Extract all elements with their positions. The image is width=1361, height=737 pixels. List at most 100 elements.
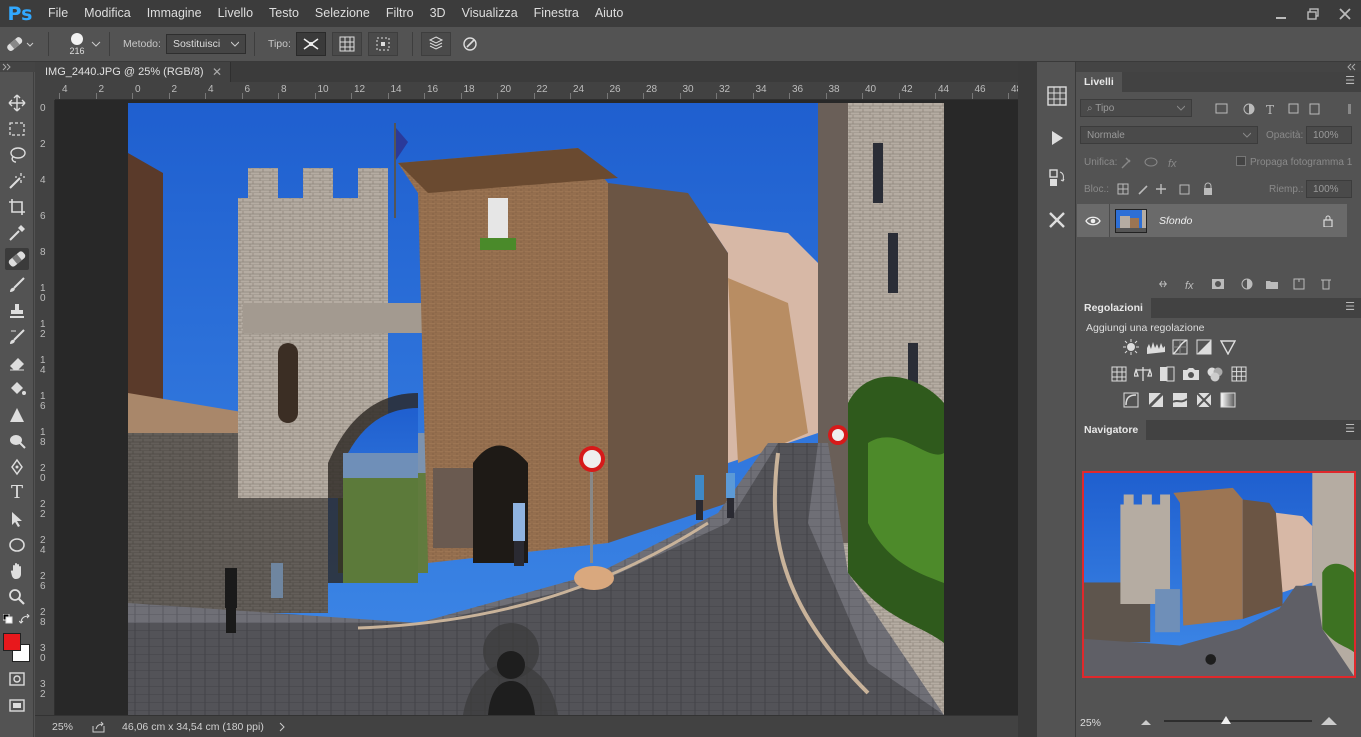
- curves-button[interactable]: [1171, 339, 1189, 355]
- tab-livelli[interactable]: Livelli: [1076, 72, 1122, 92]
- levels-button[interactable]: [1147, 339, 1165, 355]
- paint-bucket-tool[interactable]: [5, 378, 29, 400]
- zoom-out-icon[interactable]: [1140, 718, 1152, 726]
- exposure-button[interactable]: [1195, 339, 1213, 355]
- layer-name[interactable]: Sfondo: [1159, 215, 1192, 227]
- gradient-map-button[interactable]: [1219, 392, 1237, 408]
- menu-testo[interactable]: Testo: [261, 0, 307, 27]
- unify-icons[interactable]: fx: [1120, 154, 1190, 170]
- history-brush-tool[interactable]: [5, 326, 29, 348]
- content-aware-button[interactable]: [295, 32, 326, 56]
- document-tab[interactable]: IMG_2440.JPG @ 25% (RGB/8) ✕: [35, 62, 231, 82]
- menu-filtro[interactable]: Filtro: [378, 0, 422, 27]
- swap-colors-icon[interactable]: [19, 614, 31, 626]
- proximity-match-button[interactable]: [367, 32, 398, 56]
- screen-mode-tool[interactable]: [5, 694, 29, 716]
- navigator-zoom-slider[interactable]: [1164, 720, 1312, 722]
- fill-field[interactable]: 100%: [1306, 180, 1352, 198]
- pen-tool[interactable]: [5, 456, 29, 478]
- layers-panel-menu-icon[interactable]: ☰: [1345, 76, 1355, 87]
- ellipse-tool[interactable]: [5, 534, 29, 556]
- close-tab-icon[interactable]: ✕: [212, 65, 222, 79]
- menu-selezione[interactable]: Selezione: [307, 0, 378, 27]
- menu-immagine[interactable]: Immagine: [139, 0, 210, 27]
- ruler-origin[interactable]: [35, 82, 55, 100]
- close-window-button[interactable]: [1329, 0, 1361, 27]
- navigator-view-box[interactable]: [1082, 471, 1356, 678]
- zoom-in-icon[interactable]: [1320, 716, 1338, 726]
- selective-color-button[interactable]: [1195, 392, 1213, 408]
- layer-filter-select[interactable]: ⌕ Tipo: [1080, 99, 1192, 117]
- crop-tool[interactable]: [5, 196, 29, 218]
- minimize-button[interactable]: [1265, 0, 1297, 27]
- brush-size-picker[interactable]: 216: [57, 32, 97, 56]
- menu-file[interactable]: File: [40, 0, 76, 27]
- menu-finestra[interactable]: Finestra: [526, 0, 587, 27]
- menu-3d[interactable]: 3D: [422, 0, 454, 27]
- clone-stamp-tool[interactable]: [5, 300, 29, 322]
- dock-history-button[interactable]: [1045, 166, 1069, 190]
- tab-navigatore[interactable]: Navigatore: [1076, 420, 1147, 440]
- dock-tools-button[interactable]: [1045, 208, 1069, 232]
- brightness-contrast-button[interactable]: [1122, 339, 1140, 355]
- blend-mode-select[interactable]: Normale: [1080, 126, 1258, 144]
- canvas-area[interactable]: [55, 100, 1018, 715]
- dock-actions-button[interactable]: [1045, 126, 1069, 150]
- vertical-ruler[interactable]: 02468101214161820222426283032: [35, 100, 55, 715]
- marquee-tool[interactable]: [5, 118, 29, 140]
- tab-regolazioni[interactable]: Regolazioni: [1076, 298, 1151, 318]
- status-zoom[interactable]: 25%: [52, 721, 92, 733]
- zoom-tool[interactable]: [5, 586, 29, 608]
- channel-mixer-button[interactable]: [1206, 366, 1224, 382]
- sample-all-layers-button[interactable]: [420, 32, 451, 56]
- menu-livello[interactable]: Livello: [210, 0, 261, 27]
- quick-selection-tool[interactable]: [5, 170, 29, 192]
- foreground-color-swatch[interactable]: [3, 633, 21, 651]
- eraser-tool[interactable]: [5, 352, 29, 374]
- move-tool[interactable]: [5, 92, 29, 114]
- metodo-select[interactable]: Sostituisci: [165, 34, 246, 54]
- navigator-panel-menu-icon[interactable]: ☰: [1345, 424, 1355, 435]
- eye-icon[interactable]: [1085, 215, 1101, 227]
- lock-icons[interactable]: [1116, 182, 1216, 196]
- chevron-right-icon[interactable]: [278, 722, 286, 732]
- dock-histogram-button[interactable]: [1045, 84, 1069, 108]
- opacity-field[interactable]: 100%: [1306, 126, 1352, 144]
- eyedropper-tool[interactable]: [5, 222, 29, 244]
- path-selection-tool[interactable]: [5, 508, 29, 530]
- layer-row[interactable]: Sfondo: [1077, 204, 1347, 237]
- adjustments-panel-menu-icon[interactable]: ☰: [1345, 302, 1355, 313]
- layer-filter-icons[interactable]: T: [1214, 102, 1354, 116]
- share-icon[interactable]: [92, 721, 106, 733]
- sharpen-tool[interactable]: [5, 404, 29, 426]
- photo-filter-button[interactable]: [1182, 366, 1200, 382]
- posterize-button[interactable]: [1147, 392, 1165, 408]
- menu-modifica[interactable]: Modifica: [76, 0, 139, 27]
- navigator-zoom-value[interactable]: 25%: [1080, 717, 1101, 729]
- threshold-button[interactable]: [1171, 392, 1189, 408]
- type-tool[interactable]: T: [5, 482, 29, 504]
- navigator-slider-thumb[interactable]: [1220, 715, 1232, 725]
- quick-mask-tool[interactable]: [5, 668, 29, 690]
- invert-button[interactable]: [1122, 392, 1140, 408]
- hand-tool[interactable]: [5, 560, 29, 582]
- pressure-size-button[interactable]: [457, 36, 483, 52]
- patch-tool-preset-picker[interactable]: [0, 35, 40, 53]
- lasso-tool[interactable]: [5, 144, 29, 166]
- propagate-checkbox[interactable]: [1236, 156, 1246, 166]
- document-image[interactable]: [128, 103, 944, 715]
- layers-footer-icons[interactable]: fx: [1158, 277, 1333, 291]
- create-texture-button[interactable]: [331, 32, 362, 56]
- brush-tool[interactable]: [5, 274, 29, 296]
- menu-aiuto[interactable]: Aiuto: [587, 0, 632, 27]
- restore-button[interactable]: [1297, 0, 1329, 27]
- color-balance-button[interactable]: [1134, 366, 1152, 382]
- horizontal-ruler[interactable]: 4 2 0 2 4 6 8 10 12 14 16 18 20 22 24 26 28 30 32 34 36 38 40 4…: [55, 82, 1022, 100]
- color-lookup-button[interactable]: [1230, 366, 1248, 382]
- spot-healing-tool[interactable]: [5, 248, 29, 270]
- vibrance-button[interactable]: [1219, 339, 1237, 355]
- default-colors-icon[interactable]: [3, 614, 13, 624]
- dodge-tool[interactable]: [5, 430, 29, 452]
- menu-visualizza[interactable]: Visualizza: [454, 0, 526, 27]
- hue-saturation-button[interactable]: [1110, 366, 1128, 382]
